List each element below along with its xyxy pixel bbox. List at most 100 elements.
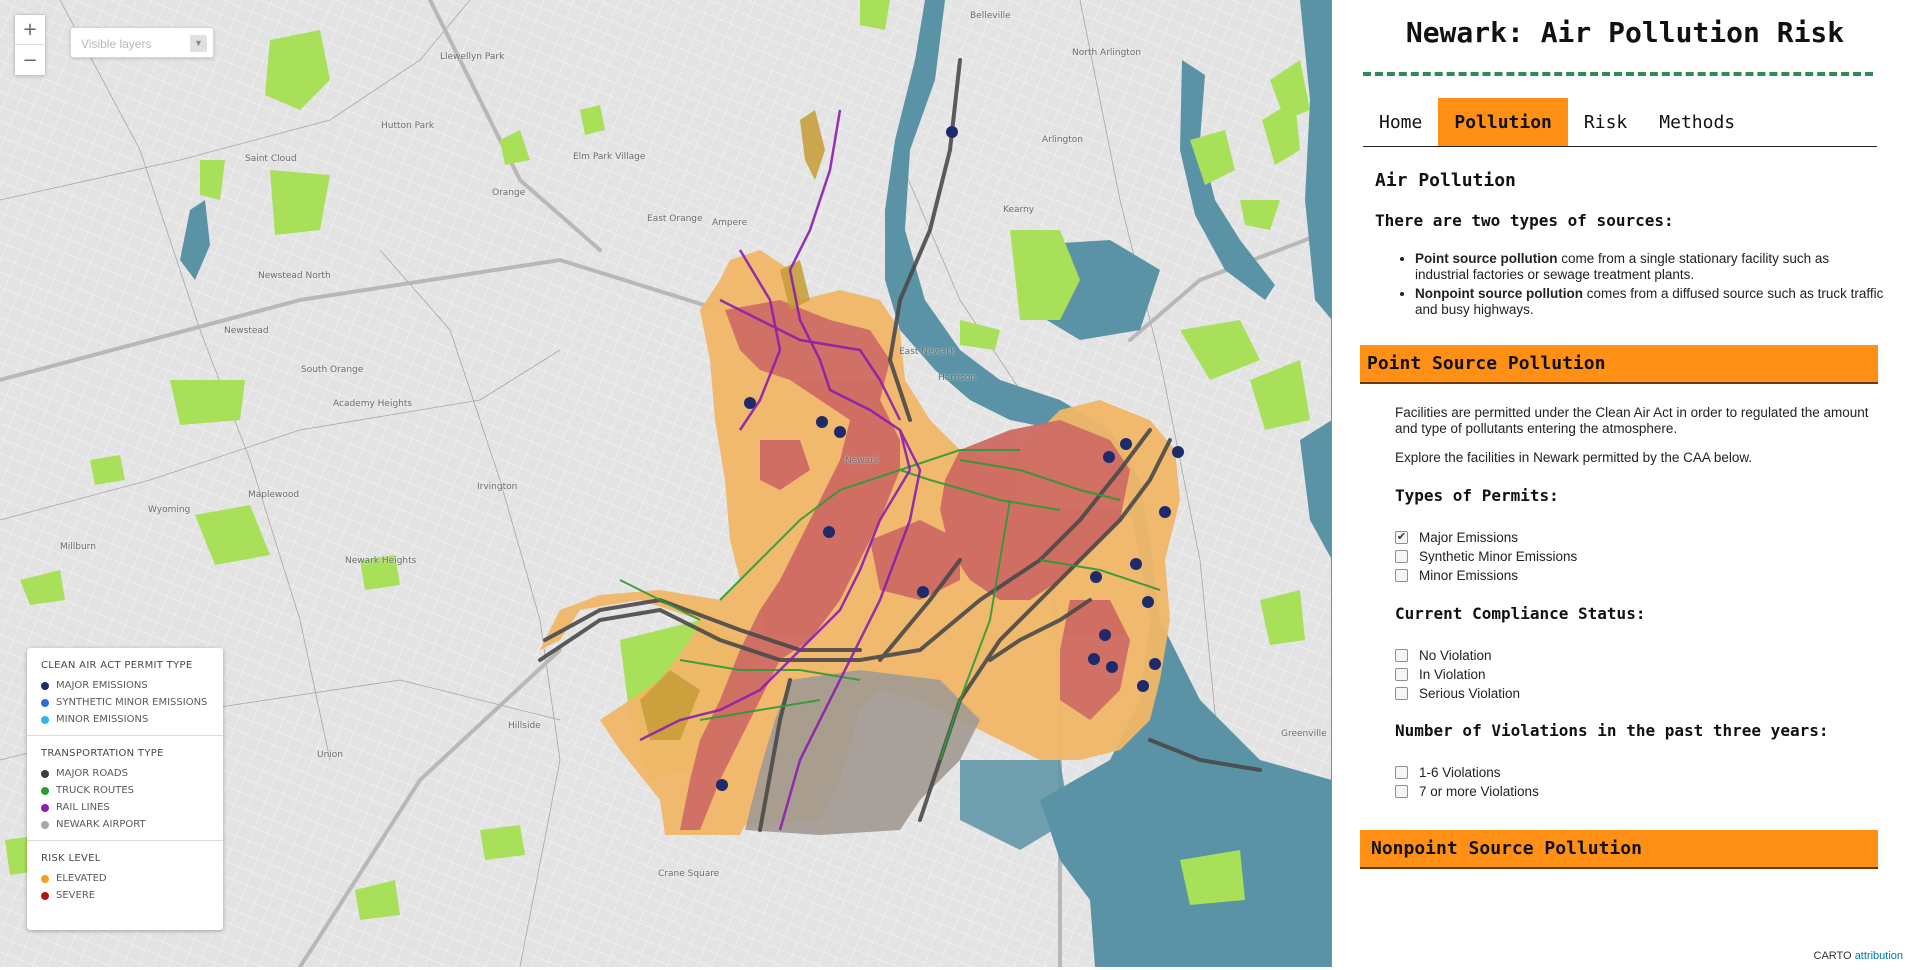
place-label: North Arlington <box>1072 48 1142 58</box>
legend-item: SEVERE <box>41 887 209 904</box>
violations-filter-group: 1-6 Violations 7 or more Violations <box>1395 763 1539 801</box>
no-violation-checkbox[interactable]: No Violation <box>1395 646 1520 665</box>
zoom-in-button[interactable]: + <box>15 15 45 45</box>
minor-emissions-swatch <box>41 715 49 724</box>
synthetic-minor-emissions-swatch <box>41 698 49 707</box>
list-item: Point source pollution come from a singl… <box>1415 251 1885 283</box>
legend-item: MAJOR ROADS <box>41 765 209 782</box>
checkbox-label: Serious Violation <box>1419 686 1521 701</box>
permit-filter-group: ✔ Major Emissions Synthetic Minor Emissio… <box>1395 528 1577 585</box>
legend-item-label: MAJOR EMISSIONS <box>56 680 148 691</box>
checkbox-label: In Violation <box>1419 667 1486 682</box>
place-label: Newark <box>845 456 880 466</box>
serious-violation-checkbox[interactable]: Serious Violation <box>1395 684 1520 703</box>
place-label: Ampere <box>712 218 748 228</box>
attribution-link[interactable]: attribution <box>1855 950 1903 962</box>
point-source-header[interactable]: Point Source Pollution <box>1360 345 1878 384</box>
legend-item: MAJOR EMISSIONS <box>41 677 209 694</box>
legend-item: MINOR EMISSIONS <box>41 711 209 728</box>
chevron-down-icon[interactable]: ▼ <box>190 35 207 52</box>
violations-7-plus-checkbox[interactable]: 7 or more Violations <box>1395 782 1539 801</box>
legend-item-label: SYNTHETIC MINOR EMISSIONS <box>56 697 208 708</box>
permits-heading: Types of Permits: <box>1395 486 1559 505</box>
checkbox-box[interactable] <box>1395 668 1408 681</box>
legend-item-label: ELEVATED <box>56 873 107 884</box>
legend-item-label: MAJOR ROADS <box>56 768 128 779</box>
place-label: Llewellyn Park <box>440 52 505 62</box>
map-legend: CLEAN AIR ACT PERMIT TYPE MAJOR EMISSION… <box>27 648 223 930</box>
severe-swatch <box>41 891 49 900</box>
legend-risk-section: RISK LEVEL ELEVATED SEVERE <box>27 841 223 911</box>
compliance-filter-group: No Violation In Violation Serious Violat… <box>1395 646 1520 703</box>
checkbox-label: Minor Emissions <box>1419 568 1519 583</box>
tab-methods[interactable]: Methods <box>1643 98 1751 146</box>
tab-pollution[interactable]: Pollution <box>1438 98 1568 146</box>
place-label: Wyoming <box>148 505 191 515</box>
checkbox-box[interactable] <box>1395 569 1408 582</box>
checkbox-label: Major Emissions <box>1419 530 1519 545</box>
in-violation-checkbox[interactable]: In Violation <box>1395 665 1520 684</box>
major-emissions-swatch <box>41 681 49 690</box>
tab-risk[interactable]: Risk <box>1568 98 1643 146</box>
point-source-paragraph: Facilities are permitted under the Clean… <box>1395 405 1869 436</box>
place-label: Academy Heights <box>333 399 413 409</box>
map-canvas[interactable]: Belleville Llewellyn Park North Arlingto… <box>0 0 1332 967</box>
checkbox-box[interactable]: ✔ <box>1395 531 1408 544</box>
checkbox-box[interactable] <box>1395 766 1408 779</box>
minor-emissions-checkbox[interactable]: Minor Emissions <box>1395 566 1577 585</box>
place-label: East Newark <box>899 347 956 357</box>
newark-airport-swatch <box>41 820 49 829</box>
legend-item-label: MINOR EMISSIONS <box>56 714 149 725</box>
synthetic-minor-emissions-checkbox[interactable]: Synthetic Minor Emissions <box>1395 547 1577 566</box>
page-title: Newark: Air Pollution Risk <box>1405 16 1845 49</box>
legend-permit-title: CLEAN AIR ACT PERMIT TYPE <box>41 660 193 671</box>
major-emissions-checkbox[interactable]: ✔ Major Emissions <box>1395 528 1577 547</box>
legend-item: NEWARK AIRPORT <box>41 816 209 833</box>
place-label: Greenville <box>1281 729 1327 739</box>
violations-1-6-checkbox[interactable]: 1-6 Violations <box>1395 763 1539 782</box>
major-roads-swatch <box>41 769 49 778</box>
point-source-explore-text: Explore the facilities in Newark permitt… <box>1395 450 1753 465</box>
place-label: South Orange <box>301 365 364 375</box>
place-label: Kearny <box>1003 205 1035 215</box>
place-label: Belleville <box>970 11 1011 21</box>
source-term: Point source pollution <box>1415 251 1558 266</box>
visible-layers-select[interactable]: Visible layers ▼ <box>70 27 214 58</box>
tab-bar: Home Pollution Risk Methods <box>1363 98 1877 147</box>
place-label: East Orange <box>647 214 703 224</box>
list-item: Nonpoint source pollution comes from a d… <box>1415 286 1885 318</box>
place-label: Newstead North <box>258 271 331 281</box>
legend-item: SYNTHETIC MINOR EMISSIONS <box>41 694 209 711</box>
sources-intro: There are two types of sources: <box>1375 211 1674 230</box>
compliance-heading: Current Compliance Status: <box>1395 604 1646 623</box>
nonpoint-source-header[interactable]: Nonpoint Source Pollution <box>1360 830 1878 869</box>
checkbox-box[interactable] <box>1395 649 1408 662</box>
zoom-out-button[interactable]: − <box>15 45 45 75</box>
carto-attribution: CARTO attribution <box>1814 950 1903 962</box>
place-label: Arlington <box>1042 135 1084 145</box>
legend-transport-section: TRANSPORTATION TYPE MAJOR ROADS TRUCK RO… <box>27 736 223 841</box>
title-divider <box>1363 72 1873 76</box>
checkbox-box[interactable] <box>1395 785 1408 798</box>
place-label: Union <box>317 750 344 760</box>
legend-transport-title: TRANSPORTATION TYPE <box>41 748 164 759</box>
legend-item-label: RAIL LINES <box>56 802 110 813</box>
sources-list: Point source pollution come from a singl… <box>1415 251 1885 321</box>
place-label: Harrison <box>938 373 976 383</box>
zoom-control: + − <box>14 14 46 76</box>
checkbox-label: No Violation <box>1419 648 1492 663</box>
checkbox-label: 1-6 Violations <box>1419 765 1501 780</box>
place-label: Elm Park Village <box>573 152 646 162</box>
legend-item-label: SEVERE <box>56 890 96 901</box>
place-label: Newark Heights <box>345 556 417 566</box>
place-label: Hillside <box>508 721 541 731</box>
place-label: Irvington <box>477 482 518 492</box>
tab-home[interactable]: Home <box>1363 98 1438 146</box>
violations-heading: Number of Violations in the past three y… <box>1395 721 1829 740</box>
place-label: Orange <box>492 188 526 198</box>
checkbox-box[interactable] <box>1395 550 1408 563</box>
checkbox-box[interactable] <box>1395 687 1408 700</box>
elevated-swatch <box>41 874 49 883</box>
legend-item-label: NEWARK AIRPORT <box>56 819 146 830</box>
place-label: Hutton Park <box>381 121 435 131</box>
